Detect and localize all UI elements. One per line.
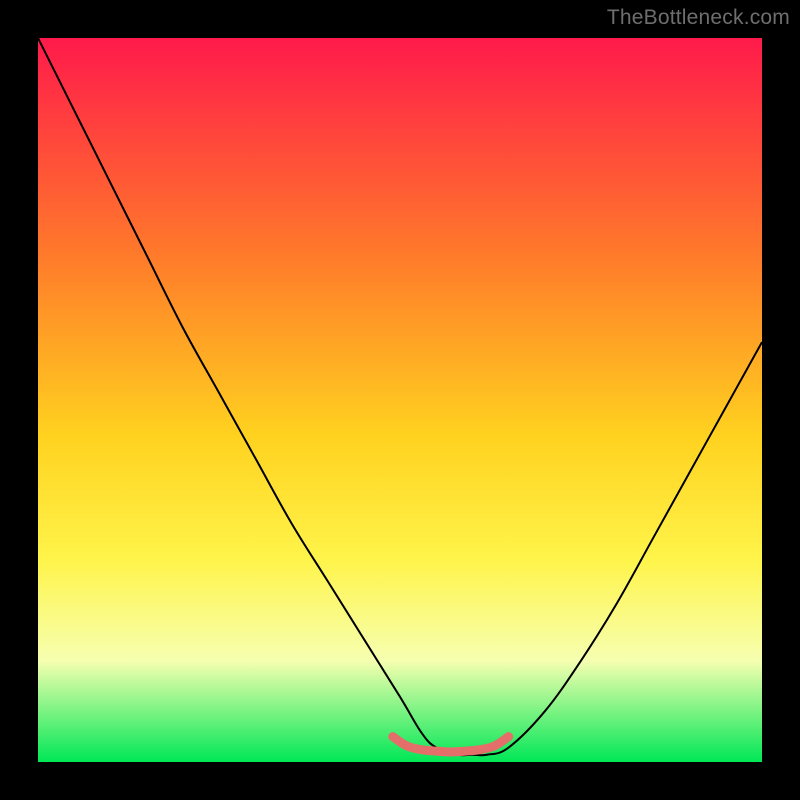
gradient-background bbox=[38, 38, 762, 762]
plot-area bbox=[38, 38, 762, 762]
bottleneck-chart bbox=[38, 38, 762, 762]
watermark-text: TheBottleneck.com bbox=[607, 6, 790, 30]
chart-frame: TheBottleneck.com bbox=[0, 0, 800, 800]
